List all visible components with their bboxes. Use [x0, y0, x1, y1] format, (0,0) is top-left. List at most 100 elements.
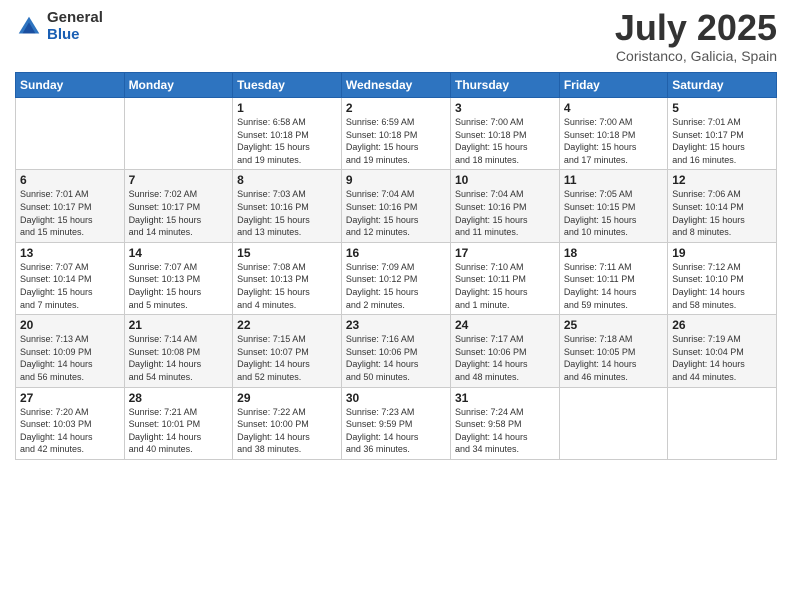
table-row [668, 387, 777, 459]
day-info: Sunrise: 7:22 AM Sunset: 10:00 PM Daylig… [237, 406, 337, 456]
month-title: July 2025 [615, 10, 777, 46]
table-row: 26Sunrise: 7:19 AM Sunset: 10:04 PM Dayl… [668, 315, 777, 387]
col-thursday: Thursday [450, 73, 559, 98]
day-info: Sunrise: 7:16 AM Sunset: 10:06 PM Daylig… [346, 333, 446, 383]
day-info: Sunrise: 7:20 AM Sunset: 10:03 PM Daylig… [20, 406, 120, 456]
day-number: 8 [237, 173, 337, 187]
day-info: Sunrise: 7:18 AM Sunset: 10:05 PM Daylig… [564, 333, 663, 383]
calendar-table: Sunday Monday Tuesday Wednesday Thursday… [15, 72, 777, 460]
col-saturday: Saturday [668, 73, 777, 98]
day-info: Sunrise: 7:00 AM Sunset: 10:18 PM Daylig… [455, 116, 555, 166]
table-row: 24Sunrise: 7:17 AM Sunset: 10:06 PM Dayl… [450, 315, 559, 387]
logo-icon [15, 13, 43, 41]
day-number: 29 [237, 391, 337, 405]
day-info: Sunrise: 7:01 AM Sunset: 10:17 PM Daylig… [672, 116, 772, 166]
table-row: 29Sunrise: 7:22 AM Sunset: 10:00 PM Dayl… [233, 387, 342, 459]
day-info: Sunrise: 7:12 AM Sunset: 10:10 PM Daylig… [672, 261, 772, 311]
day-number: 12 [672, 173, 772, 187]
day-info: Sunrise: 7:19 AM Sunset: 10:04 PM Daylig… [672, 333, 772, 383]
day-info: Sunrise: 7:02 AM Sunset: 10:17 PM Daylig… [129, 188, 229, 238]
table-row: 25Sunrise: 7:18 AM Sunset: 10:05 PM Dayl… [559, 315, 667, 387]
table-row: 23Sunrise: 7:16 AM Sunset: 10:06 PM Dayl… [341, 315, 450, 387]
table-row: 18Sunrise: 7:11 AM Sunset: 10:11 PM Dayl… [559, 242, 667, 314]
day-number: 20 [20, 318, 120, 332]
day-number: 16 [346, 246, 446, 260]
day-info: Sunrise: 7:04 AM Sunset: 10:16 PM Daylig… [455, 188, 555, 238]
table-row: 3Sunrise: 7:00 AM Sunset: 10:18 PM Dayli… [450, 98, 559, 170]
day-number: 25 [564, 318, 663, 332]
table-row: 11Sunrise: 7:05 AM Sunset: 10:15 PM Dayl… [559, 170, 667, 242]
day-number: 31 [455, 391, 555, 405]
day-info: Sunrise: 6:59 AM Sunset: 10:18 PM Daylig… [346, 116, 446, 166]
col-tuesday: Tuesday [233, 73, 342, 98]
table-row: 15Sunrise: 7:08 AM Sunset: 10:13 PM Dayl… [233, 242, 342, 314]
day-info: Sunrise: 7:07 AM Sunset: 10:13 PM Daylig… [129, 261, 229, 311]
day-number: 26 [672, 318, 772, 332]
table-row: 31Sunrise: 7:24 AM Sunset: 9:58 PM Dayli… [450, 387, 559, 459]
day-info: Sunrise: 7:10 AM Sunset: 10:11 PM Daylig… [455, 261, 555, 311]
day-number: 2 [346, 101, 446, 115]
day-number: 18 [564, 246, 663, 260]
day-number: 24 [455, 318, 555, 332]
table-row: 5Sunrise: 7:01 AM Sunset: 10:17 PM Dayli… [668, 98, 777, 170]
day-number: 30 [346, 391, 446, 405]
table-row: 14Sunrise: 7:07 AM Sunset: 10:13 PM Dayl… [124, 242, 233, 314]
day-number: 15 [237, 246, 337, 260]
header: General Blue July 2025 Coristanco, Galic… [15, 10, 777, 64]
table-row: 21Sunrise: 7:14 AM Sunset: 10:08 PM Dayl… [124, 315, 233, 387]
location-subtitle: Coristanco, Galicia, Spain [615, 48, 777, 64]
table-row: 8Sunrise: 7:03 AM Sunset: 10:16 PM Dayli… [233, 170, 342, 242]
day-number: 23 [346, 318, 446, 332]
day-info: Sunrise: 7:09 AM Sunset: 10:12 PM Daylig… [346, 261, 446, 311]
day-info: Sunrise: 7:13 AM Sunset: 10:09 PM Daylig… [20, 333, 120, 383]
day-info: Sunrise: 7:00 AM Sunset: 10:18 PM Daylig… [564, 116, 663, 166]
col-monday: Monday [124, 73, 233, 98]
day-number: 9 [346, 173, 446, 187]
calendar-week-row: 27Sunrise: 7:20 AM Sunset: 10:03 PM Dayl… [16, 387, 777, 459]
calendar-week-row: 13Sunrise: 7:07 AM Sunset: 10:14 PM Dayl… [16, 242, 777, 314]
table-row [559, 387, 667, 459]
day-number: 11 [564, 173, 663, 187]
table-row: 1Sunrise: 6:58 AM Sunset: 10:18 PM Dayli… [233, 98, 342, 170]
logo-text: General Blue [47, 10, 103, 43]
day-number: 1 [237, 101, 337, 115]
day-number: 7 [129, 173, 229, 187]
day-info: Sunrise: 7:21 AM Sunset: 10:01 PM Daylig… [129, 406, 229, 456]
day-info: Sunrise: 7:14 AM Sunset: 10:08 PM Daylig… [129, 333, 229, 383]
logo-general-text: General [47, 10, 103, 27]
table-row: 2Sunrise: 6:59 AM Sunset: 10:18 PM Dayli… [341, 98, 450, 170]
table-row: 12Sunrise: 7:06 AM Sunset: 10:14 PM Dayl… [668, 170, 777, 242]
table-row: 13Sunrise: 7:07 AM Sunset: 10:14 PM Dayl… [16, 242, 125, 314]
day-info: Sunrise: 7:07 AM Sunset: 10:14 PM Daylig… [20, 261, 120, 311]
calendar-week-row: 1Sunrise: 6:58 AM Sunset: 10:18 PM Dayli… [16, 98, 777, 170]
calendar-header-row: Sunday Monday Tuesday Wednesday Thursday… [16, 73, 777, 98]
calendar-week-row: 6Sunrise: 7:01 AM Sunset: 10:17 PM Dayli… [16, 170, 777, 242]
table-row: 20Sunrise: 7:13 AM Sunset: 10:09 PM Dayl… [16, 315, 125, 387]
day-info: Sunrise: 7:04 AM Sunset: 10:16 PM Daylig… [346, 188, 446, 238]
col-sunday: Sunday [16, 73, 125, 98]
day-info: Sunrise: 7:01 AM Sunset: 10:17 PM Daylig… [20, 188, 120, 238]
col-wednesday: Wednesday [341, 73, 450, 98]
table-row: 22Sunrise: 7:15 AM Sunset: 10:07 PM Dayl… [233, 315, 342, 387]
day-number: 10 [455, 173, 555, 187]
day-number: 6 [20, 173, 120, 187]
table-row [124, 98, 233, 170]
table-row: 17Sunrise: 7:10 AM Sunset: 10:11 PM Dayl… [450, 242, 559, 314]
day-number: 19 [672, 246, 772, 260]
page: General Blue July 2025 Coristanco, Galic… [0, 0, 792, 612]
table-row: 28Sunrise: 7:21 AM Sunset: 10:01 PM Dayl… [124, 387, 233, 459]
day-info: Sunrise: 7:15 AM Sunset: 10:07 PM Daylig… [237, 333, 337, 383]
table-row: 6Sunrise: 7:01 AM Sunset: 10:17 PM Dayli… [16, 170, 125, 242]
day-number: 21 [129, 318, 229, 332]
table-row: 16Sunrise: 7:09 AM Sunset: 10:12 PM Dayl… [341, 242, 450, 314]
day-info: Sunrise: 6:58 AM Sunset: 10:18 PM Daylig… [237, 116, 337, 166]
day-number: 17 [455, 246, 555, 260]
table-row: 10Sunrise: 7:04 AM Sunset: 10:16 PM Dayl… [450, 170, 559, 242]
day-info: Sunrise: 7:24 AM Sunset: 9:58 PM Dayligh… [455, 406, 555, 456]
day-number: 5 [672, 101, 772, 115]
day-number: 3 [455, 101, 555, 115]
day-number: 28 [129, 391, 229, 405]
day-info: Sunrise: 7:06 AM Sunset: 10:14 PM Daylig… [672, 188, 772, 238]
calendar-week-row: 20Sunrise: 7:13 AM Sunset: 10:09 PM Dayl… [16, 315, 777, 387]
day-number: 27 [20, 391, 120, 405]
